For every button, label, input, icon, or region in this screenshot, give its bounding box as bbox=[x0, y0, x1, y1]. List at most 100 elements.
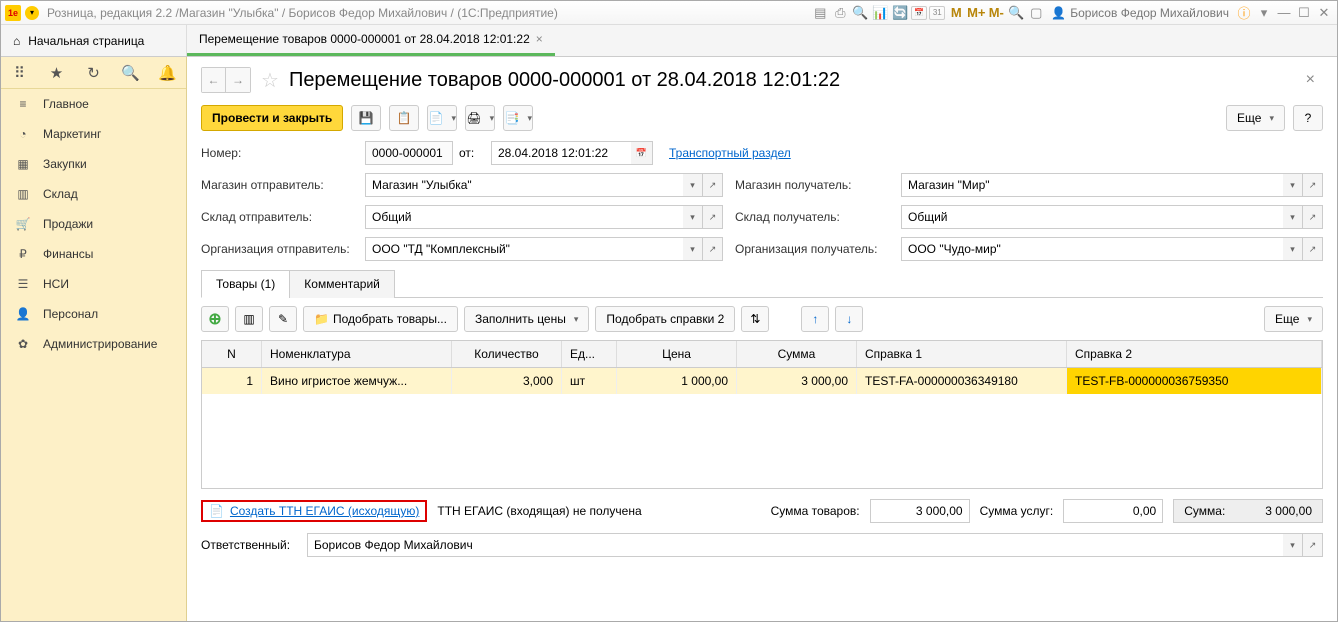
open-button[interactable]: ↗ bbox=[703, 205, 723, 229]
nav-forward-button[interactable]: → bbox=[226, 68, 250, 92]
sidebar-item-finance[interactable]: ₽Финансы bbox=[1, 239, 186, 269]
sidebar-item-admin[interactable]: ✿Администрирование bbox=[1, 329, 186, 359]
home-tab[interactable]: ⌂ Начальная страница bbox=[1, 25, 187, 56]
toggle-button[interactable]: ⇅ bbox=[741, 306, 769, 332]
sidebar-item-nsi[interactable]: ☰НСИ bbox=[1, 269, 186, 299]
doc-tab[interactable]: Перемещение товаров 0000-000001 от 28.04… bbox=[187, 25, 555, 56]
tool-icon-1[interactable]: ▤ bbox=[811, 4, 829, 22]
calendar-icon[interactable]: 📅 bbox=[911, 6, 927, 20]
nav-back-button[interactable]: ← bbox=[202, 68, 226, 92]
tab-comment[interactable]: Комментарий bbox=[289, 270, 395, 298]
org-to-label: Организация получатель: bbox=[735, 242, 895, 256]
box-icon[interactable]: ▢ bbox=[1027, 4, 1045, 22]
more-button[interactable]: Еще bbox=[1226, 105, 1285, 131]
search-icon[interactable]: 🔍 bbox=[121, 63, 141, 83]
date-picker-button[interactable]: 📅 bbox=[631, 141, 653, 165]
star-icon[interactable]: ★ bbox=[47, 63, 67, 83]
reports-button[interactable]: 📑 bbox=[503, 105, 533, 131]
move-up-button[interactable]: ↑ bbox=[801, 306, 829, 332]
open-button[interactable]: ↗ bbox=[1303, 205, 1323, 229]
close-window-icon[interactable]: ✕ bbox=[1315, 4, 1333, 22]
minimize-icon[interactable]: — bbox=[1275, 4, 1293, 22]
calendar-31-icon[interactable]: 31 bbox=[929, 6, 945, 20]
m-minus-button[interactable]: M- bbox=[987, 4, 1005, 22]
col-nomenclature[interactable]: Номенклатура bbox=[262, 341, 452, 367]
dropdown-button[interactable]: ▾ bbox=[1283, 533, 1303, 557]
open-button[interactable]: ↗ bbox=[703, 173, 723, 197]
store-from-input[interactable] bbox=[365, 173, 683, 197]
col-ref1[interactable]: Справка 1 bbox=[857, 341, 1067, 367]
responsible-input[interactable] bbox=[307, 533, 1283, 557]
sidebar-item-personnel[interactable]: 👤Персонал bbox=[1, 299, 186, 329]
sidebar-item-marketing[interactable]: ◔Маркетинг bbox=[1, 119, 186, 149]
open-button[interactable]: ↗ bbox=[1303, 237, 1323, 261]
print-icon[interactable]: ⎙ bbox=[831, 4, 849, 22]
open-button[interactable]: ↗ bbox=[1303, 173, 1323, 197]
refresh-icon[interactable]: 🔄 bbox=[891, 4, 909, 22]
open-button[interactable]: ↗ bbox=[1303, 533, 1323, 557]
number-input[interactable] bbox=[365, 141, 453, 165]
barcode-button[interactable]: ▥ bbox=[235, 306, 263, 332]
favorite-star-icon[interactable]: ☆ bbox=[261, 68, 279, 93]
store-to-input[interactable] bbox=[901, 173, 1283, 197]
wh-from-input[interactable] bbox=[365, 205, 683, 229]
grid-more-button[interactable]: Еще bbox=[1264, 306, 1323, 332]
post-and-close-button[interactable]: Провести и закрыть bbox=[201, 105, 343, 131]
move-down-button[interactable]: ↓ bbox=[835, 306, 863, 332]
post-button[interactable]: 📋 bbox=[389, 105, 419, 131]
sidebar-item-purchases[interactable]: ▦Закупки bbox=[1, 149, 186, 179]
sidebar-item-warehouse[interactable]: ▥Склад bbox=[1, 179, 186, 209]
org-to-input[interactable] bbox=[901, 237, 1283, 261]
table-row[interactable]: 1 Вино игристое жемчуж... 3,000 шт 1 000… bbox=[202, 368, 1322, 394]
dropdown-button[interactable]: ▾ bbox=[1283, 205, 1303, 229]
history-icon[interactable]: ↻ bbox=[84, 63, 104, 83]
date-input[interactable] bbox=[491, 141, 631, 165]
dropdown-button[interactable]: ▾ bbox=[683, 173, 703, 197]
pick-ref-button[interactable]: Подобрать справки 2 bbox=[595, 306, 735, 332]
wh-to-input[interactable] bbox=[901, 205, 1283, 229]
tab-goods[interactable]: Товары (1) bbox=[201, 270, 290, 298]
col-price[interactable]: Цена bbox=[617, 341, 737, 367]
user-label[interactable]: 👤 Борисов Федор Михайлович bbox=[1051, 6, 1229, 20]
info-icon[interactable]: ⓘ bbox=[1235, 4, 1253, 22]
edit-row-button[interactable]: ✎ bbox=[269, 306, 297, 332]
transport-link[interactable]: Транспортный раздел bbox=[669, 146, 791, 160]
sidebar-item-main[interactable]: ≡Главное bbox=[1, 89, 186, 119]
cart-icon: 🛒 bbox=[15, 217, 31, 231]
help-button[interactable]: ? bbox=[1293, 105, 1323, 131]
dropdown-button[interactable]: ▾ bbox=[1283, 173, 1303, 197]
m-button[interactable]: M bbox=[947, 4, 965, 22]
col-quantity[interactable]: Количество bbox=[452, 341, 562, 367]
zoom-icon[interactable]: 🔍 bbox=[1007, 4, 1025, 22]
chevron-down-icon[interactable]: ▾ bbox=[1255, 4, 1273, 22]
close-tab-icon[interactable]: × bbox=[536, 32, 543, 46]
col-unit[interactable]: Ед... bbox=[562, 341, 617, 367]
app-menu-dropdown[interactable]: ▾ bbox=[25, 6, 39, 20]
fill-prices-button[interactable]: Заполнить цены bbox=[464, 306, 589, 332]
apps-icon[interactable]: ⠿ bbox=[10, 63, 30, 83]
pick-goods-button[interactable]: 📁 Подобрать товары... bbox=[303, 306, 458, 332]
close-document-icon[interactable]: × bbox=[1306, 71, 1323, 89]
col-sum[interactable]: Сумма bbox=[737, 341, 857, 367]
col-n[interactable]: N bbox=[202, 341, 262, 367]
m-plus-button[interactable]: M+ bbox=[967, 4, 985, 22]
app-logo-icon: 1e bbox=[5, 5, 21, 21]
bell-icon[interactable]: 🔔 bbox=[158, 63, 178, 83]
create-based-button[interactable]: 📄 bbox=[427, 105, 457, 131]
responsible-label: Ответственный: bbox=[201, 538, 301, 552]
calc-icon[interactable]: 📊 bbox=[871, 4, 889, 22]
maximize-icon[interactable]: ☐ bbox=[1295, 4, 1313, 22]
open-button[interactable]: ↗ bbox=[703, 237, 723, 261]
sidebar-item-sales[interactable]: 🛒Продажи bbox=[1, 209, 186, 239]
dropdown-button[interactable]: ▾ bbox=[683, 205, 703, 229]
add-row-button[interactable]: ⊕ bbox=[201, 306, 229, 332]
print-menu-button[interactable]: 🖨 bbox=[465, 105, 495, 131]
dropdown-button[interactable]: ▾ bbox=[683, 237, 703, 261]
tool-icon-2[interactable]: 🔍 bbox=[851, 4, 869, 22]
dropdown-button[interactable]: ▾ bbox=[1283, 237, 1303, 261]
save-button[interactable]: 💾 bbox=[351, 105, 381, 131]
total-value: 3 000,00 bbox=[1265, 504, 1312, 518]
org-from-input[interactable] bbox=[365, 237, 683, 261]
create-egais-link[interactable]: Создать ТТН ЕГАИС (исходящую) bbox=[230, 504, 419, 518]
col-ref2[interactable]: Справка 2 bbox=[1067, 341, 1322, 367]
